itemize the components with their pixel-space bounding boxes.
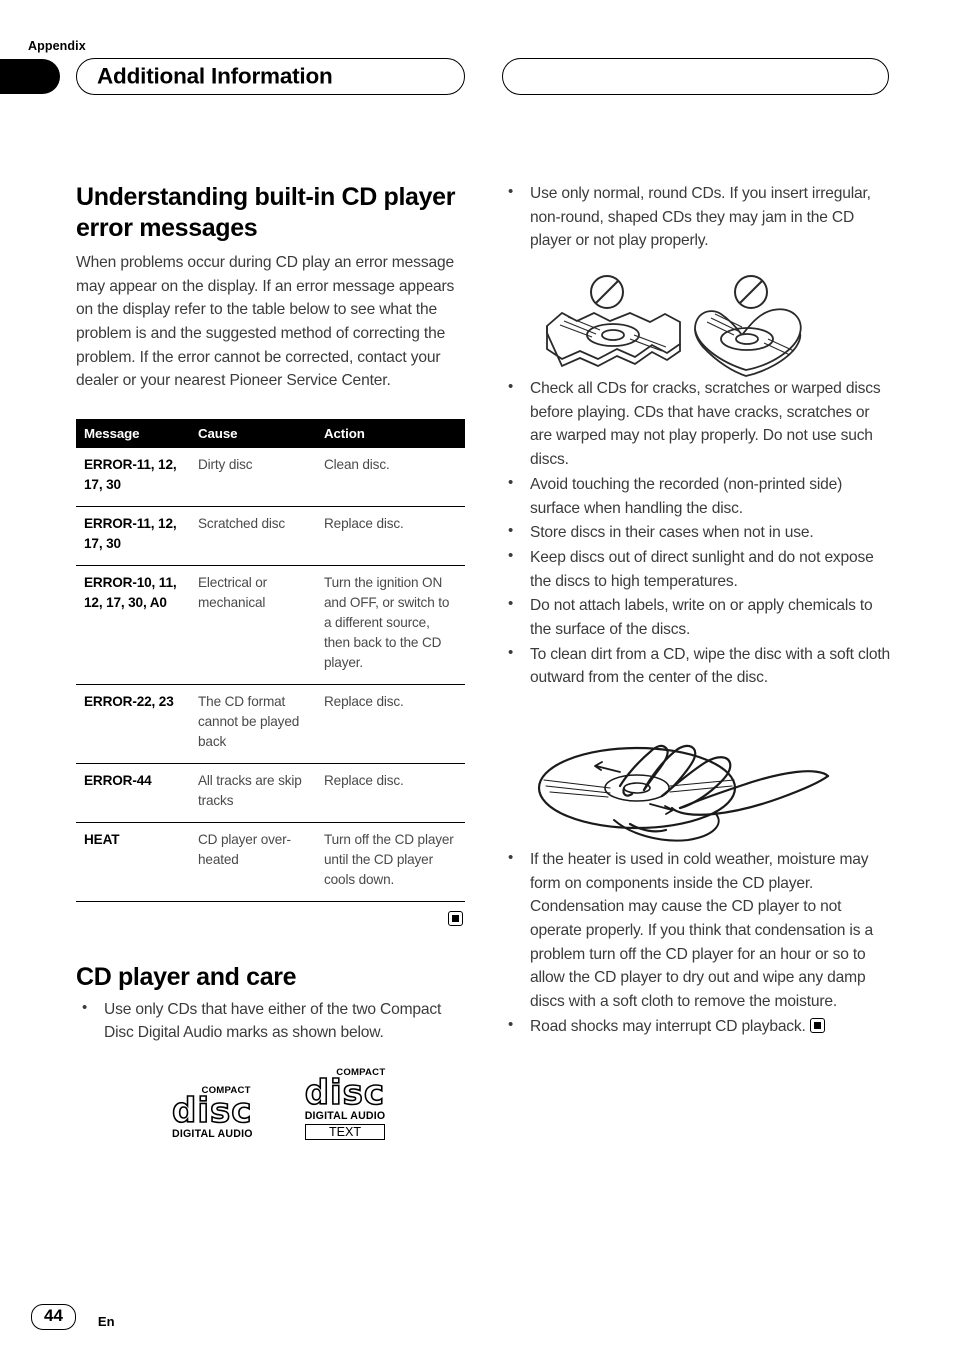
table-row: ERROR-10, 11, 12, 17, 30, A0 Electrical … <box>76 565 465 685</box>
column-header-cause: Cause <box>190 419 316 449</box>
cell-message: ERROR-11, 12, 17, 30 <box>76 448 190 508</box>
cell-cause: Dirty disc <box>190 448 316 508</box>
error-message-table: Message Cause Action ERROR-11, 12, 17, 3… <box>76 419 465 902</box>
list-item: Use only CDs that have either of the two… <box>76 997 465 1045</box>
chapter-thumb-tab <box>0 59 60 94</box>
cell-message: ERROR-22, 23 <box>76 684 190 764</box>
cell-action: Replace disc. <box>316 763 465 823</box>
cell-cause: CD player over-heated <box>190 822 316 902</box>
cell-message: ERROR-44 <box>76 763 190 823</box>
cell-cause: The CD format cannot be played back <box>190 684 316 764</box>
logo-text-badge: TEXT <box>304 1124 386 1141</box>
prohibited-cd-shapes-svg <box>546 275 802 377</box>
compact-disc-digital-audio-text-logo: COMPACT disc DIGITAL AUDIO TEXT <box>304 1067 386 1141</box>
cell-cause: All tracks are skip tracks <box>190 763 316 823</box>
left-column: Understanding built-in CD player error m… <box>76 182 465 1141</box>
list-item: Check all CDs for cracks, scratches or w… <box>502 376 892 472</box>
cell-cause: Electrical or mechanical <box>190 565 316 685</box>
cell-action: Turn off the CD player until the CD play… <box>316 822 465 902</box>
disc-cleaning-illustration <box>502 700 892 848</box>
list-item: Road shocks may interrupt CD playback. <box>502 1014 892 1039</box>
condensation-list: If the heater is used in cold weather, m… <box>502 847 892 1039</box>
logo-disc-wordmark: disc <box>304 1072 386 1113</box>
cd-shape-warning-list: Use only normal, round CDs. If you inser… <box>502 181 892 253</box>
list-item: Avoid touching the recorded (non-printed… <box>502 472 892 520</box>
list-item: To clean dirt from a CD, wipe the disc w… <box>502 642 892 690</box>
table-row: HEAT CD player over-heated Turn off the … <box>76 822 465 902</box>
compact-disc-logos: COMPACT disc DIGITAL AUDIO COMPACT disc … <box>76 1067 465 1141</box>
list-item-text: Road shocks may interrupt CD playback. <box>530 1017 806 1035</box>
cd-handling-list: Check all CDs for cracks, scratches or w… <box>502 376 892 690</box>
column-header-action: Action <box>316 419 465 449</box>
compact-disc-digital-audio-logo: COMPACT disc DIGITAL AUDIO <box>171 1085 253 1141</box>
disc-cleaning-svg <box>537 744 830 842</box>
cell-message: ERROR-11, 12, 17, 30 <box>76 506 190 566</box>
logo-disc-wordmark: disc <box>171 1090 253 1131</box>
end-of-section-icon <box>448 910 463 926</box>
table-row: ERROR-11, 12, 17, 30 Dirty disc Clean di… <box>76 448 465 508</box>
cell-action: Turn the ignition ON and OFF, or switch … <box>316 565 465 685</box>
intro-paragraph: When problems occur during CD play an er… <box>76 254 455 390</box>
table-row: ERROR-22, 23 The CD format cannot be pla… <box>76 684 465 764</box>
appendix-label: Appendix <box>28 39 86 53</box>
end-of-section-marker-row <box>76 910 465 929</box>
end-of-section-icon <box>809 1017 825 1033</box>
cell-message: HEAT <box>76 822 190 902</box>
language-code: En <box>97 1314 115 1329</box>
logo-digital-audio-label: DIGITAL AUDIO <box>172 1128 253 1141</box>
right-column: Use only normal, round CDs. If you inser… <box>502 181 892 1040</box>
cell-action: Replace disc. <box>316 684 465 764</box>
column-header-message: Message <box>76 419 190 449</box>
list-item: Do not attach labels, write on or apply … <box>502 593 892 641</box>
table-row: ERROR-11, 12, 17, 30 Scratched disc Repl… <box>76 506 465 566</box>
table-row: ERROR-44 All tracks are skip tracks Repl… <box>76 763 465 823</box>
page-footer: 44 En <box>31 1304 115 1330</box>
page-title: Additional Information <box>97 62 333 88</box>
logo-digital-audio-label: DIGITAL AUDIO <box>304 1110 386 1123</box>
section-title-pill: Additional Information <box>76 58 465 95</box>
cell-cause: Scratched disc <box>190 506 316 566</box>
heading-cd-player-and-care: CD player and care <box>76 962 297 991</box>
list-item: Keep discs out of direct sunlight and do… <box>502 545 892 593</box>
table-header-row: Message Cause Action <box>76 419 465 449</box>
manual-page: Appendix Additional Information Understa… <box>0 0 954 1352</box>
prohibited-cd-shapes-illustration <box>502 269 892 377</box>
cd-care-intro-list: Use only CDs that have either of the two… <box>76 997 465 1045</box>
cell-action: Replace disc. <box>316 506 465 566</box>
cell-action: Clean disc. <box>316 448 465 508</box>
list-item: Use only normal, round CDs. If you inser… <box>502 181 892 253</box>
empty-header-pill <box>502 58 889 95</box>
list-item: Store discs in their cases when not in u… <box>502 520 892 545</box>
cell-message: ERROR-10, 11, 12, 17, 30, A0 <box>76 565 190 685</box>
list-item: If the heater is used in cold weather, m… <box>502 847 892 1014</box>
page-number: 44 <box>31 1304 76 1330</box>
heading-error-messages: Understanding built-in CD player error m… <box>76 183 456 242</box>
